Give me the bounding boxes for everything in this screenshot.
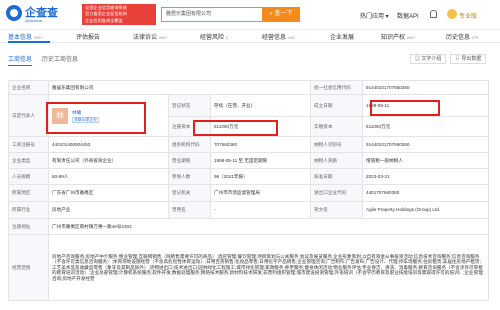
text-intro-label: 文字介绍 (421, 56, 442, 62)
field-label: 曾用名 (168, 201, 211, 219)
tab-operation-risk[interactable]: 经营风险 2 (200, 32, 228, 41)
highlight-legal-rep (46, 102, 146, 134)
slogan-line: 企业信用查询全覆盖 (85, 17, 123, 23)
tab-label: 知识产权 (381, 35, 406, 41)
highlight-registered-capital (193, 120, 278, 136)
subtab-business-info[interactable]: 工商信息 (8, 54, 32, 63)
import-export-code: 4401707660360 (362, 184, 490, 202)
business-term: 1998-05-11 至 无固定期限 (209, 152, 312, 169)
sub-tabs: 工商信息 历史工商信息 ▤ 文字介绍 ⇩ 导出数据 (0, 52, 500, 66)
table-row: 工商注册号 440101400004453 组织机构代码 707660360 纳… (8, 136, 490, 153)
subtab-history-business-info[interactable]: 历史工商信息 (42, 54, 78, 63)
company-name: 雅居乐集团有限公司 (47, 80, 312, 95)
tab-count: 999+ (406, 35, 416, 40)
tab-operation-info[interactable]: 经营信息 426 (262, 32, 294, 41)
field-label: 纳税人识别号 (310, 136, 364, 153)
highlight-established-date (370, 100, 440, 116)
taxpayer-qualification: 增值税一般纳税人 (362, 152, 490, 169)
tab-evaluation-report[interactable]: 评估报告 (76, 32, 100, 41)
org-code: 707660360 (209, 136, 312, 153)
table-row: 所属行业 房地产业 曾用名 - 英文名 Agile Property Holdi… (8, 201, 490, 219)
insured-count: 96（2021年报） (209, 168, 312, 185)
tab-count: 375 (471, 35, 479, 40)
tab-count: 999+ (158, 35, 168, 40)
field-label: 法定代表人 (8, 94, 49, 137)
field-label: 统一社会信用代码 (310, 80, 364, 95)
field-label: 经营范围 (8, 234, 49, 301)
field-label: 纳税人资质 (310, 152, 364, 169)
region: 广东省广州市番禺区 (48, 184, 169, 202)
export-data-button[interactable]: ⇩ 导出数据 (450, 54, 487, 64)
registered-address: 广州市番禺区南村镇万惠一路48号2302 (47, 218, 490, 235)
registration-number: 440101400004453 (48, 136, 169, 153)
tab-ip[interactable]: 知识产权 999+ (381, 32, 416, 41)
tab-legal[interactable]: 法律诉讼 999+ (133, 32, 168, 41)
table-row: 注册地址 广州市番禺区南村镇万惠一路48号2302 (8, 218, 490, 235)
approval-date: 2023-03-31 (362, 168, 490, 185)
field-label: 所属行业 (8, 201, 49, 219)
bell-icon[interactable] (430, 10, 437, 18)
table-row: 企业名称 雅居乐集团有限公司 统一社会信用代码 9144010170766036… (8, 80, 490, 95)
table-row: 人员规模 50-99人 参保人数 96（2021年报） 核准日期 2023-03… (8, 168, 490, 185)
registration-status: 存续（在营、开业） (209, 94, 312, 117)
text-intro-button[interactable]: ▤ 文字介绍 (410, 54, 447, 64)
field-label: 英文名 (310, 201, 364, 219)
field-label: 工商注册号 (8, 136, 49, 153)
field-label: 人员规模 (8, 168, 49, 185)
former-name: - (209, 201, 312, 219)
table-row: 所属地区 广东省广州市番禺区 登记机关 广州市市场监督管理局 进出口企业代码 4… (8, 184, 490, 202)
taxpayer-id: 91440101707660360 (362, 136, 490, 153)
field-label: 进出口企业代码 (310, 184, 364, 202)
field-label: 参保人数 (168, 168, 211, 185)
tab-label: 法律诉讼 (133, 35, 158, 41)
tab-label: 经营风险 (200, 35, 225, 41)
tab-count: 2 (225, 35, 228, 40)
slogan-banner: 全国企业信用查询系统 官方备案企业征信机构 企业信用查询全覆盖 (82, 4, 156, 25)
english-name: Agile Property Holdings (Group) Ltd. (362, 201, 490, 219)
field-label: 所属地区 (8, 184, 49, 202)
search-button[interactable]: ⌕ 查一下 (262, 7, 300, 22)
staff-size: 50-99人 (48, 168, 169, 185)
field-label: 营业期限 (168, 152, 211, 169)
main-tabs: 基本信息 999+ 评估报告 法律诉讼 999+ 经营风险 2 经营信息 426… (0, 31, 500, 43)
tab-count: 999+ (33, 35, 43, 40)
table-row: 企业类型 有限责任公司（外商投资企业） 营业期限 1998-05-11 至 无固… (8, 152, 490, 169)
field-label: 企业名称 (8, 80, 49, 95)
subtab-indicator (8, 65, 32, 66)
active-tab-indicator (8, 41, 50, 43)
logo-icon[interactable] (6, 5, 22, 21)
nav-data-api[interactable]: 数据API (397, 11, 419, 20)
search-input[interactable]: 雅居乐集团有限公司 (161, 7, 262, 22)
company-type: 有限责任公司（外商投资企业） (48, 152, 169, 169)
field-label: 核准日期 (310, 168, 364, 185)
tab-basic-info[interactable]: 基本信息 999+ (8, 32, 43, 41)
tab-label: 经营信息 (262, 35, 287, 41)
nav-hot-apps[interactable]: 热门应用 ▾ (360, 11, 389, 20)
business-scope: 房地产咨询服务;房地产中介服务;物业管理;互联网销售（除销售需要许可的商品）;酒… (47, 234, 490, 301)
vip-label[interactable]: 专业版 (459, 11, 477, 20)
top-header: 企查查 Qichacha 全国企业信用查询系统 官方备案企业征信机构 企业信用查… (0, 0, 500, 30)
table-row: 经营范围 房地产咨询服务;房地产中介服务;物业管理;互联网销售（除销售需要许可的… (8, 234, 490, 301)
field-label: 成立日期 (310, 94, 364, 117)
avatar[interactable] (447, 9, 457, 19)
industry: 房地产业 (48, 201, 169, 219)
export-data-label: 导出数据 (461, 56, 482, 62)
field-label: 组织机构代码 (168, 136, 211, 153)
tab-label: 评估报告 (76, 35, 101, 41)
tab-label: 企业发展 (330, 35, 355, 41)
paid-in-capital: 611000万元 (362, 116, 490, 137)
tab-count: 426 (287, 35, 295, 40)
registration-authority: 广州市市场监督管理局 (209, 184, 312, 202)
field-label: 登记机关 (168, 184, 211, 202)
tab-history[interactable]: 历史信息 375 (446, 32, 478, 41)
tab-development[interactable]: 企业发展 (330, 32, 354, 41)
field-label: 登记状态 (168, 94, 211, 117)
search-button-label: 查一下 (274, 11, 293, 17)
field-label: 企业类型 (8, 152, 49, 169)
field-label: 实缴资本 (310, 116, 364, 137)
tab-label: 历史信息 (446, 35, 471, 41)
field-label: 注册地址 (8, 218, 49, 235)
brand-name-en: Qichacha (25, 18, 42, 23)
credit-code: 91440101707660360 (362, 80, 490, 95)
